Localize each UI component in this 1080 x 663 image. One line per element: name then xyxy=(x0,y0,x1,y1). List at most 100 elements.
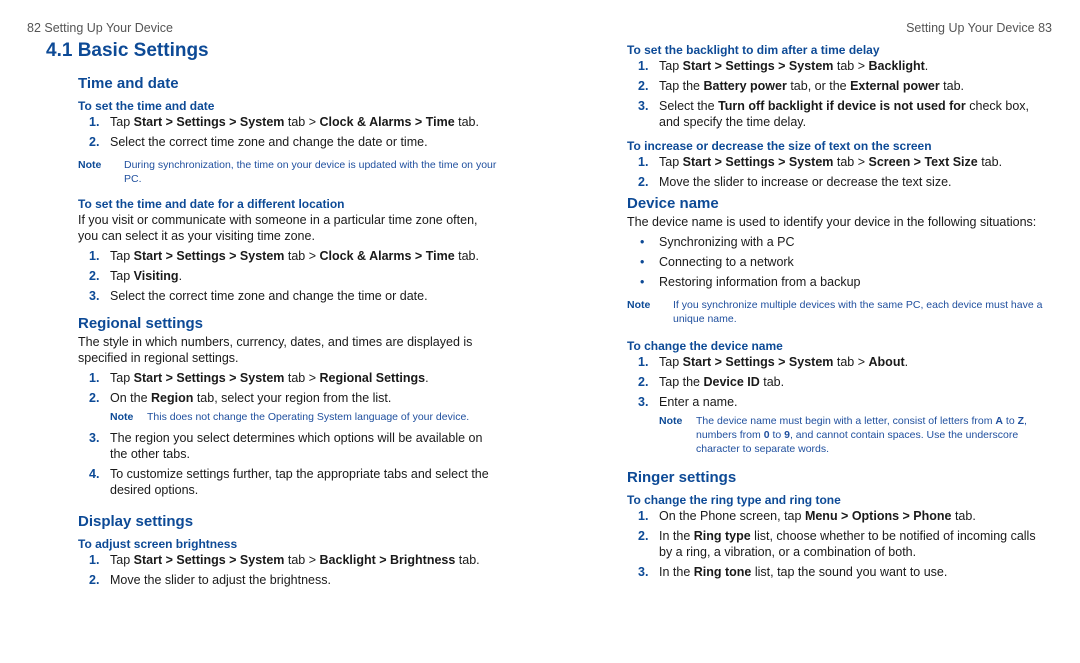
note-text: This does not change the Operating Syste… xyxy=(147,411,470,423)
step-number: 3. xyxy=(89,431,100,445)
step-item: 1. Tap Start > Settings > System tab > Cl… xyxy=(78,248,498,264)
ui-term: Clock & Alarms > Time xyxy=(319,115,455,129)
note-text: The device name must begin with a letter… xyxy=(696,415,1027,455)
section-heading-display-settings: Display settings xyxy=(78,513,194,530)
step-item: 2. In the Ring type list, choose whether … xyxy=(627,528,1047,560)
step-text: Tap Start > Settings > System tab > Back… xyxy=(659,59,928,73)
step-number: 1. xyxy=(89,115,100,129)
ui-term: Start > Settings > System xyxy=(682,59,834,73)
section-heading-device-name: Device name xyxy=(627,195,719,212)
step-number: 1. xyxy=(638,155,649,169)
step-list: 1. Tap Start > Settings > System tab > Ba… xyxy=(627,58,1047,130)
ui-term: A xyxy=(995,415,1003,427)
bullet-item: • Connecting to a network xyxy=(627,254,1047,270)
ui-term: Ring type xyxy=(693,529,751,543)
note-text: If you synchronize multiple devices with… xyxy=(673,299,1043,325)
bullet-item: • Restoring information from a backup xyxy=(627,274,1047,290)
step-text: Tap Start > Settings > System tab > Back… xyxy=(110,553,480,567)
text-run: Tap xyxy=(110,115,134,129)
ui-term: Visiting xyxy=(133,269,179,283)
right-column: To set the backlight to dim after a time… xyxy=(627,42,1047,584)
note-text: During synchronization, the time on your… xyxy=(124,159,497,185)
step-number: 2. xyxy=(638,175,649,189)
step-text: Select the correct time zone and change … xyxy=(110,135,428,149)
text-run: tab. xyxy=(454,115,479,129)
step-text: On the Phone screen, tap Menu > Options … xyxy=(659,509,976,523)
text-run: tab, or the xyxy=(786,79,851,93)
procedure-title: To change the ring type and ring tone xyxy=(627,493,841,507)
step-number: 2. xyxy=(638,375,649,389)
text-run: In the xyxy=(659,529,694,543)
text-run: Tap the xyxy=(659,375,704,389)
text-run: tab, select your region from the list. xyxy=(193,391,392,405)
step-text: Tap Visiting. xyxy=(110,269,182,283)
text-run: tab. xyxy=(759,375,785,389)
step-item: 2. Tap Visiting. xyxy=(78,268,498,284)
procedure-title: To change the device name xyxy=(627,339,783,353)
procedure-title: To adjust screen brightness xyxy=(78,537,238,551)
section-heading-regional-settings: Regional settings xyxy=(78,315,204,332)
text-run: tab > xyxy=(833,155,869,169)
step-item: 1. Tap Start > Settings > System tab > Ba… xyxy=(78,552,498,568)
ui-term: Device ID xyxy=(703,375,760,389)
bullet-icon: • xyxy=(640,255,645,269)
ui-term: Ring tone xyxy=(693,565,752,579)
text-run: Tap xyxy=(659,155,683,169)
text-run: On the xyxy=(110,391,151,405)
step-list: 1. Tap Start > Settings > System tab > Cl… xyxy=(78,114,498,150)
text-run: tab > xyxy=(833,355,869,369)
note: Note The device name must begin with a le… xyxy=(659,414,1047,456)
step-list: 1. Tap Start > Settings > System tab > Cl… xyxy=(78,248,498,304)
running-head-left: 82 Setting Up Your Device xyxy=(27,21,173,35)
step-item: 2. Tap the Device ID tab. xyxy=(627,374,1047,390)
step-item: 1. On the Phone screen, tap Menu > Option… xyxy=(627,508,1047,524)
step-list: 1. Tap Start > Settings > System tab > Ab… xyxy=(627,354,1047,410)
step-text: To customize settings further, tap the a… xyxy=(110,467,489,497)
note-label: Note xyxy=(627,299,651,311)
ui-term: Menu > Options > Phone xyxy=(804,509,952,523)
text-run: . xyxy=(924,59,929,73)
step-number: 2. xyxy=(89,391,100,405)
step-item: 1. Tap Start > Settings > System tab > Ab… xyxy=(627,354,1047,370)
text-run: to xyxy=(769,429,785,441)
text-run: Select the xyxy=(659,99,719,113)
bullet-item: • Synchronizing with a PC xyxy=(627,234,1047,250)
section-intro: The style in which numbers, currency, da… xyxy=(78,335,473,365)
left-page: 82 Setting Up Your Device 4.1 Basic Sett… xyxy=(0,0,540,663)
note-label: Note xyxy=(78,159,102,171)
step-item: 2. On the Region tab, select your region … xyxy=(78,390,498,406)
bullet-icon: • xyxy=(640,275,645,289)
note: Note If you synchronize multiple devices … xyxy=(627,298,1047,326)
ui-term: Start > Settings > System xyxy=(682,155,834,169)
ui-term: Screen > Text Size xyxy=(868,155,978,169)
text-run: Tap xyxy=(110,553,134,567)
step-list: 1. Tap Start > Settings > System tab > Ba… xyxy=(78,552,498,588)
note-label: Note xyxy=(110,411,134,423)
step-text: Select the correct time zone and change … xyxy=(110,289,428,303)
step-number: 4. xyxy=(89,467,100,481)
step-text: Tap Start > Settings > System tab > Cloc… xyxy=(110,115,479,129)
text-run: The device name must begin with a letter… xyxy=(696,415,996,427)
ui-term: Backlight xyxy=(868,59,925,73)
text-run: tab. xyxy=(951,509,976,523)
text-run: tab > xyxy=(284,553,320,567)
text-run: tab > xyxy=(284,371,320,385)
step-item: 2. Select the correct time zone and chang… xyxy=(78,134,498,150)
ui-term: Start > Settings > System xyxy=(133,371,285,385)
step-number: 2. xyxy=(89,269,100,283)
section-heading-ringer-settings: Ringer settings xyxy=(627,469,737,486)
section-heading-time-and-date: Time and date xyxy=(78,75,179,92)
step-item: 2. Move the slider to adjust the brightne… xyxy=(78,572,498,588)
procedure-title: To set the backlight to dim after a time… xyxy=(627,43,880,57)
step-number: 2. xyxy=(89,573,100,587)
text-run: . xyxy=(425,371,429,385)
step-item: 2. Tap the Battery power tab, or the Exte… xyxy=(627,78,1047,94)
ui-term: Start > Settings > System xyxy=(682,355,834,369)
ui-term: Turn off backlight if device is not used… xyxy=(718,99,966,113)
step-item: 3. In the Ring tone list, tap the sound y… xyxy=(627,564,1047,580)
text-run: Tap xyxy=(659,355,683,369)
step-list: 1. On the Phone screen, tap Menu > Option… xyxy=(627,508,1047,580)
step-item: 1. Tap Start > Settings > System tab > Cl… xyxy=(78,114,498,130)
ui-term: Start > Settings > System xyxy=(133,553,285,567)
text-run: tab. xyxy=(455,553,480,567)
